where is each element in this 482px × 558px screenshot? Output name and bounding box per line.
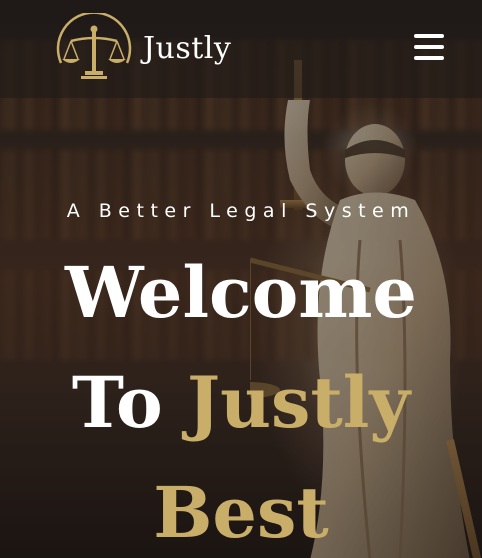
hero-headline-line2: To Justly (0, 368, 482, 438)
hero-headline-brand: Justly (187, 361, 411, 444)
hamburger-menu-icon (414, 34, 444, 38)
hamburger-menu-button[interactable] (414, 34, 446, 62)
hero-headline-line1: Welcome (65, 251, 417, 334)
scales-of-justice-icon (56, 13, 132, 79)
hero-headline-to: To (71, 361, 163, 444)
brand-logo-link[interactable]: Justly (53, 13, 231, 83)
hero-headline-line3: Best (153, 471, 329, 554)
hamburger-menu-icon (414, 45, 444, 49)
hero-tagline: A Better Legal System (66, 200, 416, 222)
hero-page: Justly A Better Legal System Welcome To … (0, 0, 482, 558)
brand-name: Justly (143, 30, 232, 66)
hamburger-menu-icon (414, 56, 444, 60)
site-header: Justly (0, 0, 482, 98)
